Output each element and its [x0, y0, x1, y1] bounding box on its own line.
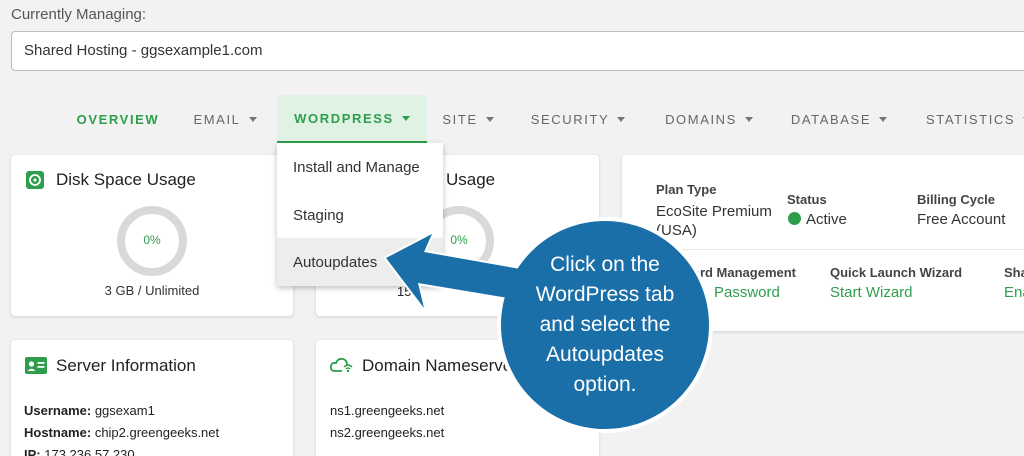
- callout-line: Click on the: [550, 253, 660, 276]
- callout-text: Click on the WordPress tab and select th…: [520, 250, 690, 400]
- callout-annotation: [384, 217, 713, 433]
- callout-line: and select the: [539, 313, 671, 336]
- callout-line: option.: [573, 373, 637, 396]
- callout-line: WordPress tab: [535, 283, 675, 306]
- callout-line: Autoupdates: [546, 343, 664, 366]
